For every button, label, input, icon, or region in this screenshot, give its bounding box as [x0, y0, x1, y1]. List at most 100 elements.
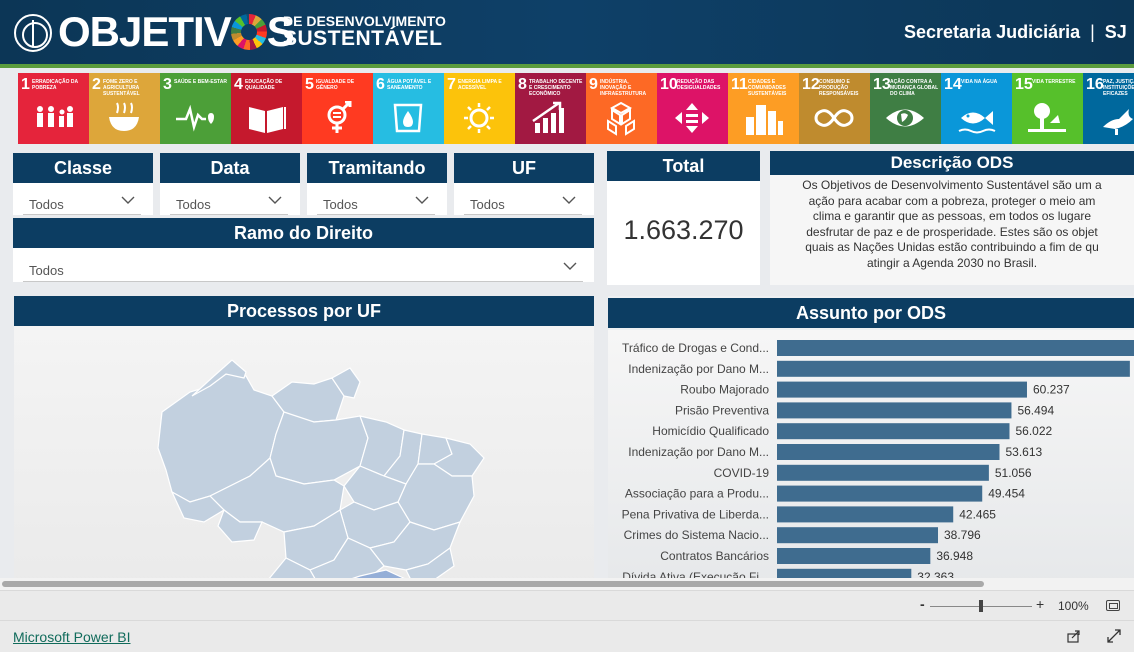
bar[interactable] [777, 506, 954, 523]
bar[interactable] [777, 423, 1010, 440]
fish-icon [958, 111, 996, 134]
bar-value-label: 36.948 [936, 549, 973, 563]
bar[interactable] [777, 340, 1134, 356]
bar[interactable] [777, 548, 931, 564]
sun-icon [464, 103, 494, 133]
ods-label: Vida na água [961, 79, 998, 85]
ods-label: Água potável e saneamento [387, 79, 432, 91]
ods-tile-12[interactable]: 12 Consumo e produção responsáveis [799, 73, 870, 144]
zoom-out-button[interactable]: - [920, 596, 925, 612]
ods-tile-14[interactable]: 14 Vida na água [941, 73, 1012, 144]
infinity-icon [814, 109, 854, 127]
bar-value-label: 56.494 [1017, 403, 1054, 417]
ods-number: 14 [944, 76, 962, 93]
bar-value-label: 49.454 [988, 487, 1025, 501]
bar-category-label: Homicídio Qualificado [652, 424, 769, 438]
power-bi-link[interactable]: Microsoft Power BI [13, 629, 130, 645]
ods-label: Cidades e comunidades sustentáveis [748, 79, 787, 97]
bar-value-label: 38.796 [944, 528, 981, 542]
chevron-down-icon [121, 196, 135, 204]
chart-title: Assunto por ODS [608, 298, 1134, 328]
horizontal-scrollbar[interactable] [0, 578, 1134, 590]
ods-tile-7[interactable]: 7 Energia limpa e acessível [444, 73, 515, 144]
report-header: OBJETIV S DE DESENVOLVIMENTO SUSTENTÁVEL … [0, 0, 1134, 64]
org-name: Secretaria Judiciária | SJ [904, 22, 1127, 42]
zoom-in-button[interactable]: + [1036, 596, 1044, 612]
uf-dropdown[interactable]: Todos [464, 189, 582, 215]
header-stripe [0, 64, 1134, 68]
bar-category-label: Indenização por Dano M... [628, 362, 769, 376]
descricao-text: Os Objetivos de Desenvolvimento Sustentá… [802, 178, 1102, 270]
eye-globe-icon [886, 109, 924, 127]
bar[interactable] [777, 464, 989, 481]
city-icon [746, 105, 783, 135]
bar-category-label: Associação para a Produ... [625, 487, 769, 501]
ods-label: Indústria, inovação e infraestrutura [600, 79, 647, 97]
ods-label: Erradicação da pobreza [32, 79, 78, 91]
ods-label: Redução das desigualdades [677, 79, 721, 91]
ods-tile-13[interactable]: 13 Ação contra a mudança global do clima [870, 73, 941, 144]
filter-classe: Classe Todos [13, 153, 153, 215]
ods-tile-15[interactable]: 15 Vida terrestre [1012, 73, 1083, 144]
ods-tile-9[interactable]: 9 Indústria, inovação e infraestrutura [586, 73, 657, 144]
report-canvas: OBJETIV S DE DESENVOLVIMENTO SUSTENTÁVEL … [0, 0, 1134, 590]
ods-tile-5[interactable]: 5 Igualdade de gênero [302, 73, 373, 144]
ods-number: 3 [163, 76, 172, 93]
logo-subtitle: DE DESENVOLVIMENTO SUSTENTÁVEL [283, 13, 446, 50]
fit-to-page-icon[interactable] [1106, 600, 1120, 611]
zoom-slider-thumb[interactable] [979, 600, 983, 612]
fullscreen-icon[interactable] [1107, 629, 1121, 643]
bar[interactable] [777, 444, 1000, 460]
filter-tramitando-title: Tramitando [307, 153, 447, 183]
bar-chart[interactable]: Tráfico de Drogas e Cond... Indenização p… [608, 330, 1134, 590]
ods-number: 16 [1086, 76, 1104, 93]
ods-number: 4 [234, 76, 243, 93]
sdg-wheel-icon [230, 14, 267, 50]
water-icon [393, 103, 423, 133]
chevron-down-icon [415, 196, 429, 204]
map-panel: Processos por UF [14, 296, 594, 590]
filter-classe-title: Classe [13, 153, 153, 183]
ods-tile-11[interactable]: 11 Cidades e comunidades sustentáveis [728, 73, 799, 144]
ods-label: Fome zero e agricultura sustentável [103, 79, 140, 97]
data-dropdown[interactable]: Todos [170, 189, 288, 215]
bar-value-label: 53.613 [1005, 445, 1042, 459]
cubes-icon [607, 101, 635, 136]
zoom-level: 100% [1058, 599, 1089, 613]
equality-icon [675, 103, 709, 133]
ods-label: Educação de qualidade [245, 79, 283, 91]
ods-label: Vida terrestre [1032, 79, 1076, 85]
ods-tile-2[interactable]: 2 Fome zero e agricultura sustentável [89, 73, 160, 144]
logo-title: OBJETIV S [58, 8, 295, 55]
ods-strip: 1 Erradicação da pobreza 2 Fome zero e agri… [18, 73, 1134, 144]
ods-label: Paz, justiça e instituições eficazes [1103, 79, 1134, 97]
ods-tile-10[interactable]: 10 Redução das desigualdades [657, 73, 728, 144]
ods-tile-3[interactable]: 3 Saúde e bem-estar [160, 73, 231, 144]
un-emblem-icon [14, 14, 52, 52]
ods-tile-1[interactable]: 1 Erradicação da pobreza [18, 73, 89, 144]
chevron-down-icon [562, 196, 576, 204]
ods-tile-8[interactable]: 8 Trabalho decente e crescimento econômic… [515, 73, 586, 144]
ramo-dropdown[interactable]: Todos [23, 255, 583, 282]
bar[interactable] [777, 485, 983, 502]
state-pa[interactable] [269, 411, 369, 485]
tramitando-dropdown[interactable]: Todos [317, 189, 435, 215]
ods-tile-16[interactable]: 16Paz, justiça e instituições eficazes [1083, 73, 1134, 144]
share-icon[interactable] [1067, 629, 1081, 643]
chart-panel: Assunto por ODS Tráfico de Drogas e Cond… [608, 296, 1134, 590]
descricao-title: Descrição ODS [770, 151, 1134, 175]
bar[interactable] [777, 527, 939, 544]
bar[interactable] [777, 402, 1012, 419]
bar-chart-svg: Tráfico de Drogas e Cond... Indenização p… [622, 340, 1134, 585]
classe-dropdown[interactable]: Todos [23, 189, 141, 215]
ods-label: Energia limpa e acessível [458, 79, 502, 91]
bar[interactable] [777, 360, 1130, 377]
brazil-map[interactable] [14, 326, 594, 590]
ods-tile-4[interactable]: 4 Educação de qualidade [231, 73, 302, 144]
ods-tile-6[interactable]: 6 Água potável e saneamento [373, 73, 444, 144]
horizontal-scrollbar-thumb[interactable] [2, 581, 984, 587]
heartbeat-icon [176, 104, 214, 132]
bar-category-label: Roubo Majorado [680, 383, 769, 397]
bar[interactable] [777, 381, 1027, 398]
ods-number: 7 [447, 76, 456, 93]
